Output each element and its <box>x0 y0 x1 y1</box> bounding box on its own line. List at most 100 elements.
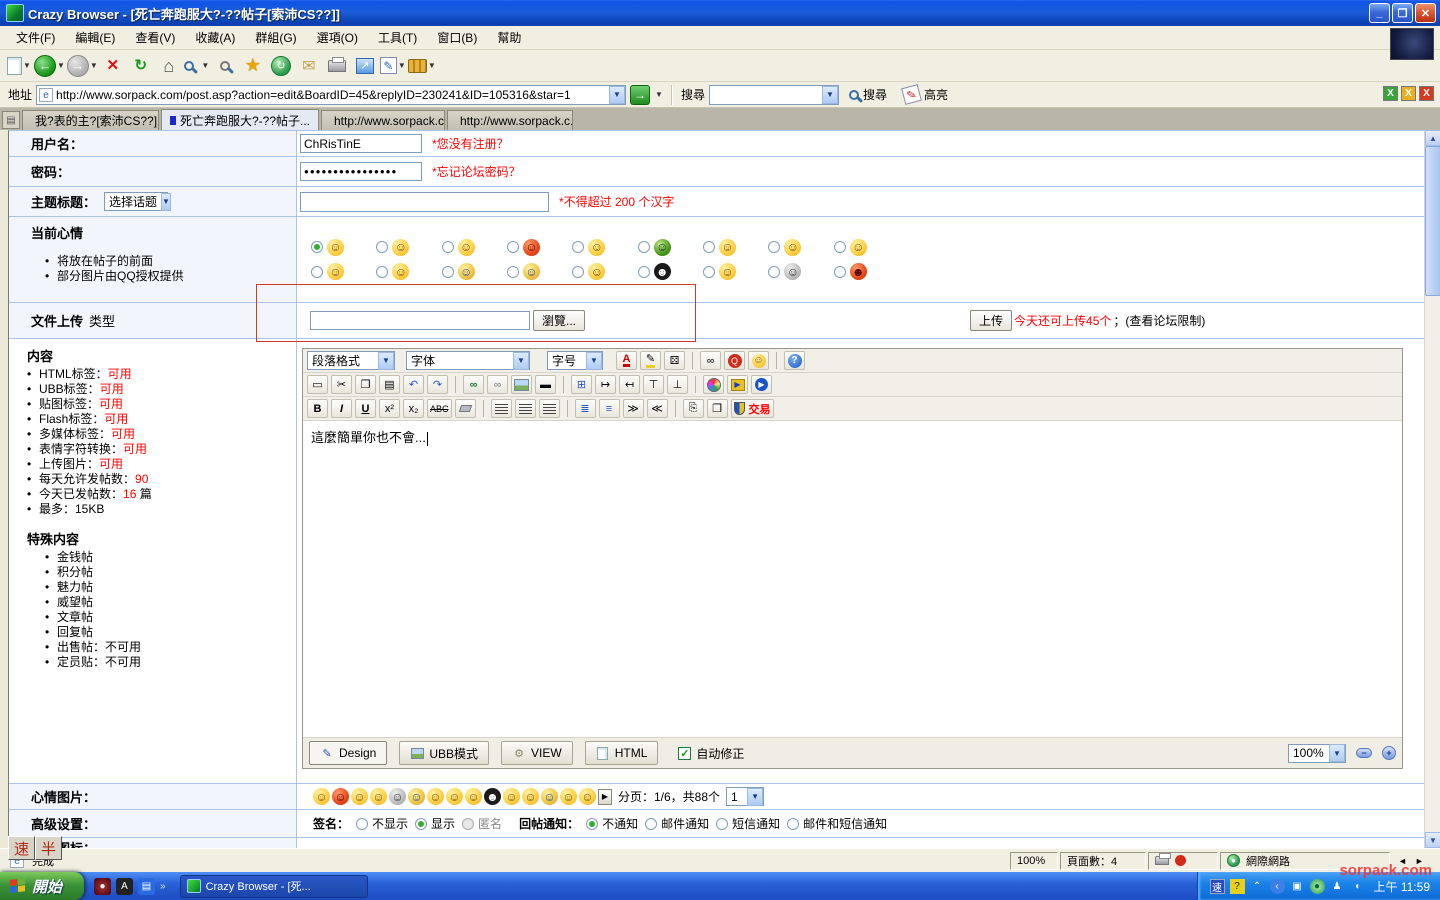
smiley-icon[interactable]: ☺ <box>313 788 330 805</box>
font-family-select[interactable]: 字体▼ <box>406 351 530 370</box>
trade-button[interactable]: 交易 <box>731 399 774 418</box>
mood-option[interactable]: ☻ <box>834 263 867 280</box>
ime-speed-button[interactable]: 速 <box>8 836 35 860</box>
print-icon[interactable] <box>324 53 350 79</box>
mode-html-button[interactable]: HTML <box>585 741 659 765</box>
mood-option[interactable]: ☺ <box>311 263 344 280</box>
insert-row-icon[interactable]: ↦ <box>595 375 616 394</box>
go-dropdown-icon[interactable]: ▼ <box>655 90 663 99</box>
cut-icon[interactable]: ✂ <box>331 375 352 394</box>
forward-icon[interactable]: →▼ <box>67 53 98 79</box>
search-combo[interactable]: ▼ <box>709 85 839 105</box>
mood-option[interactable]: ☺ <box>572 239 605 256</box>
editor-body[interactable]: 這麼簡單你也不會... <box>303 421 1402 738</box>
home-icon[interactable]: ⌂ <box>156 53 182 79</box>
browse-button[interactable]: 瀏覽... <box>533 310 585 331</box>
menu-file[interactable]: 文件(F) <box>6 26 65 49</box>
smiley-icon[interactable]: ☺ <box>560 788 577 805</box>
smiley-icon[interactable]: ☺ <box>389 788 406 805</box>
back-icon[interactable]: ←▼ <box>34 53 65 79</box>
mood-option[interactable]: ☺ <box>311 239 344 256</box>
smiley-icon[interactable]: ☺ <box>465 788 482 805</box>
smiley-icon[interactable]: ☺ <box>427 788 444 805</box>
close-tab-yellow-icon[interactable]: X <box>1401 86 1416 101</box>
history-icon[interactable]: ↻ <box>268 53 294 79</box>
zoom-in-icon[interactable]: + <box>1382 746 1396 760</box>
smiley-icon[interactable]: ☺ <box>408 788 425 805</box>
ime-halfwidth-button[interactable]: 半 <box>35 836 62 860</box>
tab-list-icon[interactable]: ▤ <box>2 111 20 129</box>
smiley-icon[interactable]: ☺ <box>541 788 558 805</box>
undo-icon[interactable]: ↶ <box>403 375 424 394</box>
mood-option[interactable]: ☺ <box>638 239 671 256</box>
username-input[interactable] <box>300 134 422 153</box>
autocorrect-toggle[interactable]: ✓ 自动修正 <box>678 745 744 762</box>
tab-4[interactable]: http://www.sorpack.c... <box>447 110 573 130</box>
font-size-select[interactable]: 字号▼ <box>547 351 603 370</box>
menu-tools[interactable]: 工具(T) <box>368 26 427 49</box>
remove-link-icon[interactable]: ∞ <box>487 375 508 394</box>
minimize-button[interactable]: _ <box>1369 3 1390 23</box>
smiley-icon[interactable]: ☺ <box>579 788 596 805</box>
close-tab-red-icon[interactable]: X <box>1419 86 1434 101</box>
superscript-icon[interactable]: x² <box>379 399 400 418</box>
paste-icon[interactable]: ▤ <box>379 375 400 394</box>
close-tab-green-icon[interactable]: X <box>1383 86 1398 101</box>
help-icon[interactable]: ? <box>784 351 805 370</box>
next-emoticons-icon[interactable]: ▶ <box>598 789 612 805</box>
signature-option[interactable]: 不显示 <box>356 815 408 832</box>
smiley-icon[interactable]: ☺ <box>446 788 463 805</box>
align-right-icon[interactable] <box>539 399 560 418</box>
tab-3[interactable]: http://www.sorpack.c... <box>321 110 445 130</box>
smiley-icon[interactable]: ☺ <box>503 788 520 805</box>
ime-speed-tray-icon[interactable]: 速 <box>1210 879 1225 894</box>
subscript-icon[interactable]: x₂ <box>403 399 424 418</box>
menu-help[interactable]: 幫助 <box>487 26 531 49</box>
notify-option[interactable]: 邮件通知 <box>645 815 709 832</box>
address-dropdown-icon[interactable]: ▼ <box>609 86 625 104</box>
start-button[interactable]: 開始 <box>0 872 84 900</box>
indent-icon[interactable]: ≫ <box>623 399 644 418</box>
menu-window[interactable]: 窗口(B) <box>427 26 487 49</box>
eraser-icon[interactable] <box>455 399 476 418</box>
insert-table-icon[interactable]: ⊞ <box>571 375 592 394</box>
new-page-icon[interactable]: ▼ <box>6 53 32 79</box>
underline-icon[interactable]: U <box>355 399 376 418</box>
mood-option[interactable]: ☺ <box>376 239 409 256</box>
favorites-icon[interactable]: ★ <box>240 53 266 79</box>
copy-document-icon[interactable]: ❐ <box>707 399 728 418</box>
dice-icon[interactable]: ⚄ <box>664 351 685 370</box>
password-input[interactable] <box>300 162 422 181</box>
mood-option[interactable]: ☺ <box>834 239 867 256</box>
mail-icon[interactable]: ✉ <box>296 53 322 79</box>
unordered-list-icon[interactable]: ≡ <box>599 399 620 418</box>
refresh-icon[interactable]: ↻ <box>128 53 154 79</box>
align-left-icon[interactable] <box>491 399 512 418</box>
italic-icon[interactable]: I <box>331 399 352 418</box>
copy-icon[interactable]: ❐ <box>355 375 376 394</box>
mood-option[interactable]: ☺ <box>768 263 801 280</box>
smiley-icon[interactable]: ☺ <box>332 788 349 805</box>
find-icon[interactable] <box>212 53 238 79</box>
tab-2-active[interactable]: 死亡奔跑服大?-??帖子... <box>161 109 319 130</box>
strikethrough-icon[interactable]: ABC <box>427 399 452 418</box>
bold-icon[interactable]: B <box>307 399 328 418</box>
upload-button[interactable]: 上传 <box>970 310 1012 331</box>
new-document-icon[interactable]: ▭ <box>307 375 328 394</box>
volume-tray-icon[interactable]: ◖ <box>1350 879 1365 894</box>
topic-select[interactable]: 选择话题▼ <box>104 192 168 211</box>
qq-block-icon[interactable]: Q <box>724 351 745 370</box>
mood-option[interactable]: ☺ <box>442 263 475 280</box>
signature-option-selected[interactable]: 显示 <box>415 815 455 832</box>
menu-options[interactable]: 選項(O) <box>307 26 368 49</box>
search-button[interactable]: 搜尋 <box>843 84 893 105</box>
emoticon-page-select[interactable]: 1▼ <box>726 787 764 806</box>
menu-view[interactable]: 查看(V) <box>125 26 185 49</box>
toolbox-icon[interactable]: ▼ <box>408 53 436 79</box>
network-tray-icon[interactable]: ▣ <box>1290 879 1305 894</box>
quick-launch-overflow-icon[interactable]: » <box>160 881 166 892</box>
mood-option[interactable]: ☻ <box>638 263 671 280</box>
smiley-icon[interactable]: ☻ <box>484 788 501 805</box>
file-upload-input[interactable] <box>310 311 530 330</box>
editor-zoom-select[interactable]: 100%▼ <box>1288 744 1346 763</box>
